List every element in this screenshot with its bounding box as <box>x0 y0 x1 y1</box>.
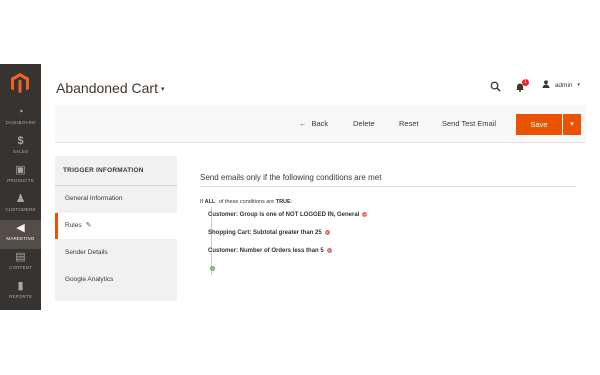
chevron-down-icon: ▾ <box>160 86 165 93</box>
magento-logo-icon[interactable] <box>9 72 31 94</box>
tab-rules[interactable]: Rules ✎ <box>55 213 177 239</box>
sidebar-item-marketing[interactable]: ◀ MARKETING <box>0 220 41 249</box>
sidebar-item-dashboard[interactable]: ◔ DASHBOARD <box>0 104 41 133</box>
arrow-left-icon: ← <box>299 119 307 128</box>
condition-text: Customer: Group is one of NOT LOGGED IN,… <box>208 212 360 219</box>
remove-condition-icon[interactable]: − <box>362 212 368 217</box>
aggregator-text: of these conditions are <box>218 199 275 205</box>
dollar-icon: $ <box>17 135 24 147</box>
condition-row[interactable]: Customer: Number of Orders less than 5− <box>208 248 332 254</box>
aggregator-colon: : <box>290 199 293 205</box>
back-button-label: Back <box>311 119 329 128</box>
admin-frame: ◔ DASHBOARD $ SALES ▣ PRODUCTS ♟ CUSTOME… <box>0 64 600 310</box>
page-title-text: Abandoned Cart <box>56 80 158 96</box>
bar-chart-icon: ▮ <box>17 280 24 292</box>
content-icon: ▤ <box>15 251 26 263</box>
sidebar-item-label: SALES <box>12 149 29 154</box>
customers-icon: ♟ <box>15 193 26 205</box>
sidebar-item-label: DASHBOARD <box>5 120 36 125</box>
sidebar-item-label: PRODUCTS <box>7 178 34 183</box>
conditions-aggregator: If ALL of these conditions are TRUE: <box>200 199 292 205</box>
cube-icon: ▣ <box>15 164 26 176</box>
user-icon <box>542 80 550 88</box>
send-test-email-button[interactable]: Send Test Email <box>442 105 496 142</box>
condition-text: Customer: Number of Orders less than 5 <box>208 248 324 255</box>
sidebar-item-reports[interactable]: ▮ REPORTS <box>0 278 41 307</box>
user-menu[interactable]: admin ▾ <box>542 80 580 89</box>
remove-condition-icon[interactable]: − <box>326 248 332 253</box>
chevron-down-icon: ▾ <box>577 82 580 88</box>
tab-general-information[interactable]: General Information <box>55 186 177 212</box>
tab-sender-details[interactable]: Sender Details <box>55 240 177 266</box>
tab-google-analytics[interactable]: Google Analytics <box>55 267 177 293</box>
save-options-dropdown[interactable]: ▾ <box>563 114 581 135</box>
add-condition-icon[interactable]: + <box>210 266 215 271</box>
page-title[interactable]: Abandoned Cart ▾ <box>56 80 164 96</box>
sidebar-item-label: CUSTOMERS <box>5 207 36 212</box>
aggregator-if: If <box>200 199 204 205</box>
divider <box>200 186 576 187</box>
sidebar-item-products[interactable]: ▣ PRODUCTS <box>0 162 41 191</box>
condition-text: Shopping Cart: Subtotal greater than 25 <box>208 230 322 237</box>
sidebar-item-label: CONTENT <box>9 265 32 270</box>
sidebar-item-content[interactable]: ▤ CONTENT <box>0 249 41 278</box>
sidebar-item-label: MARKETING <box>6 236 35 241</box>
aggregator-all-toggle[interactable]: ALL <box>205 199 216 205</box>
condition-row[interactable]: Customer: Group is one of NOT LOGGED IN,… <box>208 212 368 219</box>
aggregator-true-toggle[interactable]: TRUE <box>276 199 291 205</box>
sidebar-item-customers[interactable]: ♟ CUSTOMERS <box>0 191 41 220</box>
user-name: admin <box>554 82 573 89</box>
search-icon[interactable] <box>490 81 501 92</box>
admin-sidebar: ◔ DASHBOARD $ SALES ▣ PRODUCTS ♟ CUSTOME… <box>0 64 41 310</box>
condition-row[interactable]: Shopping Cart: Subtotal greater than 25− <box>208 230 330 236</box>
dashboard-icon: ◔ <box>17 106 24 118</box>
reset-button[interactable]: Reset <box>399 105 419 142</box>
megaphone-icon: ◀ <box>16 222 25 234</box>
sidebar-item-sales[interactable]: $ SALES <box>0 133 41 162</box>
tabs-header: TRIGGER INFORMATION <box>63 167 144 174</box>
notification-count-badge: 1 <box>522 79 529 86</box>
trigger-information-tabs: TRIGGER INFORMATION General Information … <box>55 156 177 301</box>
save-button[interactable]: Save <box>516 114 562 135</box>
tab-rules-label: Rules <box>65 222 82 229</box>
pencil-icon: ✎ <box>85 222 92 229</box>
page-actions-bar: ← Back Delete Reset Send Test Email Save … <box>55 105 586 143</box>
remove-condition-icon[interactable]: − <box>324 230 330 235</box>
back-button[interactable]: ← Back <box>299 105 328 142</box>
rules-section-title: Send emails only if the following condit… <box>200 173 382 182</box>
sidebar-item-label: REPORTS <box>9 294 32 299</box>
delete-button[interactable]: Delete <box>353 105 375 142</box>
